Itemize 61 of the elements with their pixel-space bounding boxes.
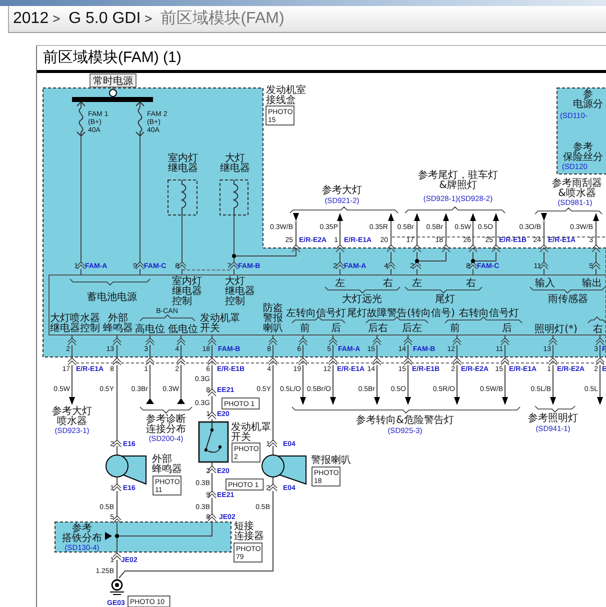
component-label: 参考大灯 喷水器: [52, 406, 92, 427]
component-label: 雨传感器: [548, 294, 588, 305]
component-label: 尾灯故障警告(转向信号): [347, 308, 455, 319]
component-label: 输入: [535, 278, 555, 289]
power-tag: 常时电源: [90, 74, 136, 88]
breadcrumb-separator: >: [144, 11, 152, 26]
component-label: 右转向信号灯: [459, 308, 519, 319]
component-label: 外部 蜂鸣器: [152, 454, 182, 475]
component-label: 参 电源分: [573, 89, 603, 110]
diagram-title: 前区域模块(FAM) (1): [37, 46, 606, 73]
component-label: 后左: [402, 323, 422, 334]
component-label: 低电位: [168, 324, 198, 335]
component-label: 大灯 继电器: [220, 153, 250, 174]
component-label: 左: [335, 278, 345, 289]
fuse-icon: [136, 102, 144, 136]
component-label: 后: [331, 323, 341, 334]
component-label: 参考转向&危险警告灯: [356, 415, 454, 426]
fuse-icon: [76, 102, 86, 136]
component-label: 参考雨刮器 &喷水器: [552, 178, 602, 199]
component-label: 后右: [368, 323, 388, 334]
component-label: 高电位: [135, 324, 165, 335]
component-label: 大灯 继电器 控制: [225, 276, 255, 307]
component-label: 发动机罩 开关: [231, 422, 271, 443]
component-label: 照明灯(*): [534, 324, 578, 335]
relay-icon: [220, 180, 248, 216]
component-label: 右: [593, 324, 603, 335]
component-label: 后: [502, 323, 512, 334]
component-label: 参考大灯: [322, 185, 362, 196]
component-label: 发动机室 接线盒: [266, 85, 306, 106]
horn-icon: [106, 454, 146, 485]
breadcrumb-separator: >: [52, 11, 60, 26]
component-label: 左转向信号灯: [286, 308, 346, 319]
component-label: 参考诊断 连接分布: [146, 414, 186, 435]
breadcrumb-link[interactable]: 2012: [13, 10, 49, 27]
component-label: 右: [466, 278, 476, 289]
component-label: 发动机罩 开关: [200, 313, 240, 334]
ground-icon: [110, 579, 124, 595]
component-label: 防盗 警报 喇叭: [263, 303, 283, 334]
component-label: 尾灯: [435, 294, 455, 305]
component-label: 前: [300, 323, 310, 334]
relay-icon: [168, 180, 198, 216]
breadcrumb-link[interactable]: G 5.0 GDI: [68, 10, 141, 27]
component-label: 输出: [582, 278, 602, 289]
breadcrumb-link[interactable]: 前区域模块(FAM): [160, 10, 284, 27]
component-label: 参考 保险丝分: [563, 142, 603, 163]
component-label: 前: [450, 323, 460, 334]
switch-icon: [198, 421, 229, 463]
component-label: 外部 蜂鸣器: [103, 313, 133, 334]
component-label: 参考 搭铁分布: [62, 523, 102, 544]
component-label: 警报喇叭: [311, 455, 351, 466]
component-label: 参考照明灯: [528, 413, 578, 424]
component-label: 大灯喷水器 继电器控制: [50, 313, 100, 334]
component-label: 大灯远光: [342, 294, 382, 305]
component-label: 右: [383, 278, 393, 289]
component-label: 室内灯 继电器: [168, 153, 198, 174]
horn-icon: [262, 454, 306, 485]
component-label: 参考尾灯，驻车灯 &牌照灯: [418, 170, 498, 191]
component-label: 短接 连接器: [234, 521, 264, 542]
component-label: 蓄电池电源: [87, 292, 137, 303]
component-label: 室内灯 继电器 控制: [172, 276, 202, 307]
component-label: 左: [412, 278, 422, 289]
